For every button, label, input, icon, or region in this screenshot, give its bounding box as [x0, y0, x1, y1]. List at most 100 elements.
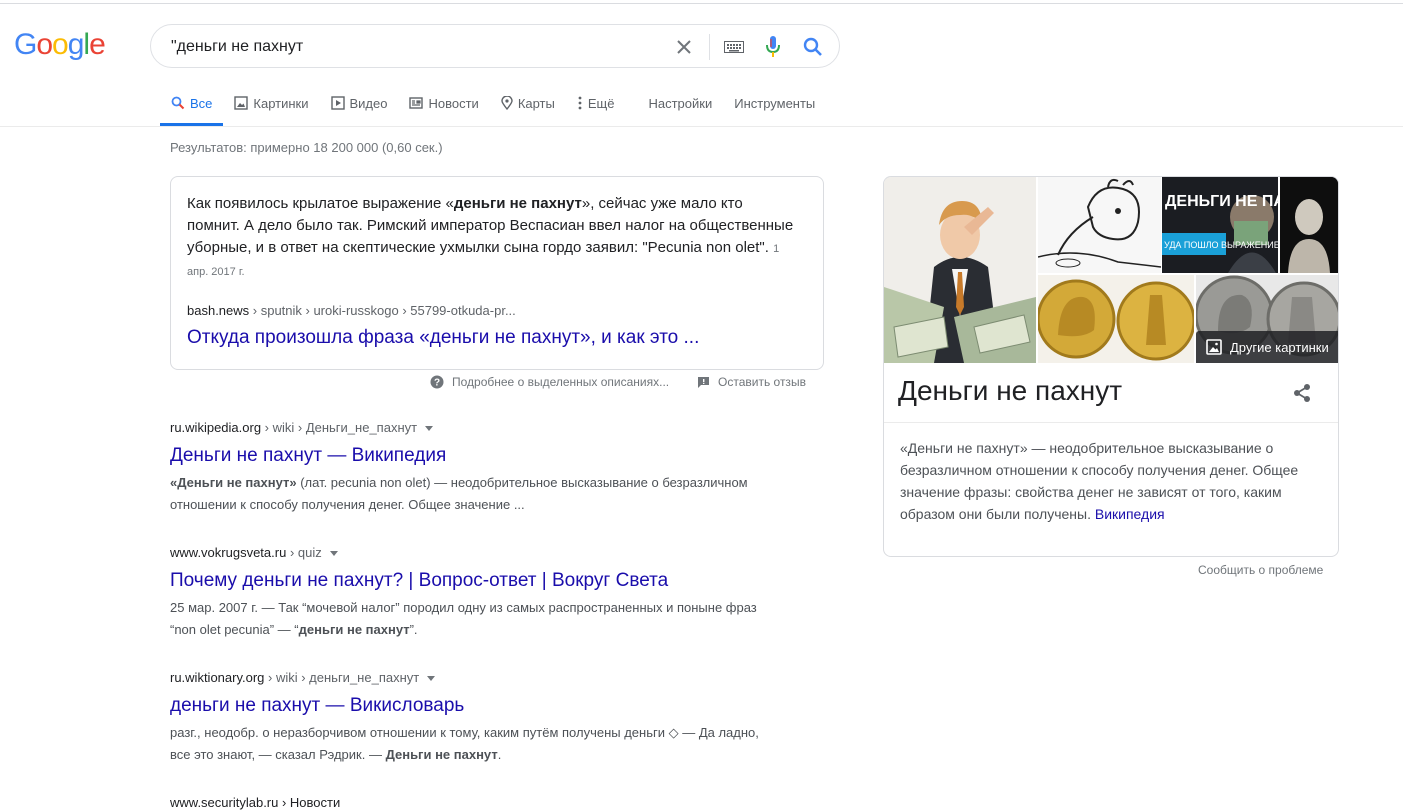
microphone-icon[interactable]	[761, 35, 785, 59]
snippet-path: › sputnik › uroki-russkogo › 55799-otkud…	[249, 303, 516, 318]
tab-label: Настройки	[648, 95, 713, 111]
clear-icon[interactable]	[672, 35, 696, 59]
google-logo[interactable]: Google	[14, 28, 106, 62]
menu-caret-icon[interactable]	[425, 426, 434, 432]
svg-text:УДА ПОШЛО ВЫРАЖЕНИЕ?: УДА ПОШЛО ВЫРАЖЕНИЕ?	[1164, 240, 1278, 250]
more-vert-icon	[578, 96, 582, 110]
featured-snippets-info[interactable]: ? Подробнее о выделенных описаниях...	[430, 375, 669, 389]
result-path: › wiki › Деньги_не_пахнут	[261, 420, 418, 435]
wikipedia-link[interactable]: Википедия	[1095, 506, 1165, 522]
search-box[interactable]	[150, 24, 840, 68]
result-snippet-bold: «Деньги не пахнут»	[170, 475, 297, 490]
share-icon[interactable]	[1292, 383, 1312, 408]
search-icon	[171, 96, 185, 110]
search-tabs: Все Картинки Видео Новости Карты Ещё Нас…	[160, 88, 826, 126]
feedback-about: Подробнее о выделенных описаниях...	[452, 375, 670, 389]
tab-label: Видео	[349, 95, 388, 111]
tabs-divider	[0, 126, 1403, 127]
map-pin-icon	[501, 96, 513, 110]
result-domain: www.vokrugsveta.ru	[170, 545, 287, 560]
svg-text:?: ?	[434, 378, 440, 389]
image-thumbnail-bust[interactable]	[1280, 177, 1338, 273]
result-domain: ru.wikipedia.org	[170, 420, 262, 435]
menu-caret-icon[interactable]	[329, 551, 338, 557]
result-url-cutoff[interactable]: www.securitylab.ru › Новости	[170, 795, 340, 810]
search-result: ru.wiktionary.org › wiki › деньги_не_пах…	[170, 670, 790, 766]
feedback-leave: Оставить отзыв	[718, 375, 806, 389]
tab-label: Новости	[428, 95, 479, 111]
result-snippet: «Деньги не пахнут» (лат. pecunia non ole…	[170, 472, 770, 516]
snippet-title-link[interactable]: Откуда произошла фраза «деньги не пахнут…	[187, 327, 699, 349]
featured-snippet: Как появилось крылатое выражение «деньги…	[170, 176, 824, 370]
tab-all[interactable]: Все	[160, 88, 224, 126]
svg-text:ДЕНЬГИ НЕ ПАХНУТ: ДЕНЬГИ НЕ ПАХНУТ	[1165, 193, 1278, 210]
search-result: ru.wikipedia.org › wiki › Деньги_не_пахн…	[170, 420, 790, 516]
help-icon: ?	[430, 375, 444, 389]
result-path: › quiz	[286, 545, 322, 560]
tab-images[interactable]: Картинки	[223, 88, 319, 118]
result-snippet-part: .	[497, 747, 502, 762]
result-snippet: разг., неодобр. о неразборчивом отношени…	[170, 722, 770, 766]
tab-video[interactable]: Видео	[320, 88, 399, 118]
result-url[interactable]: www.vokrugsveta.ru › quiz	[170, 545, 790, 563]
result-snippet: 25 мар. 2007 г. — Так “мочевой налог” по…	[170, 597, 770, 641]
snippet-bold: деньги не пахнут	[453, 195, 582, 212]
result-path: › wiki › деньги_не_пахнут	[264, 670, 420, 685]
knowledge-panel-divider	[884, 422, 1338, 423]
result-domain: ru.wiktionary.org	[170, 670, 265, 685]
logo-letter: e	[89, 28, 106, 61]
knowledge-panel: ДЕНЬГИ НЕ ПАХНУТ УДА ПОШЛО ВЫРАЖЕНИЕ?	[883, 176, 1339, 557]
leave-feedback-link[interactable]: Оставить отзыв	[697, 375, 806, 389]
result-url[interactable]: ru.wikipedia.org › wiki › Деньги_не_пахн…	[170, 420, 790, 438]
snippet-text: Как появилось крылатое выражение «деньги…	[187, 193, 797, 283]
search-input[interactable]	[171, 35, 661, 59]
image-thumbnail-gold-coins[interactable]	[1038, 275, 1194, 363]
result-snippet-part: ”.	[409, 622, 418, 637]
tab-settings[interactable]: Настройки	[637, 88, 723, 118]
image-thumbnail-caricature[interactable]	[1038, 177, 1161, 273]
feedback-icon	[698, 376, 709, 388]
result-url[interactable]: ru.wiktionary.org › wiki › деньги_не_пах…	[170, 670, 790, 688]
result-stats: Результатов: примерно 18 200 000 (0,60 с…	[170, 140, 443, 155]
news-icon	[409, 97, 424, 109]
search-result: www.vokrugsveta.ru › quiz Почему деньги …	[170, 545, 790, 641]
tab-label: Карты	[517, 95, 555, 111]
search-icon[interactable]	[801, 35, 825, 59]
thumbnail-caption: ДЕНЬГИ НЕ ПАХНУТ	[1165, 193, 1278, 210]
result-snippet-bold: Деньги не пахнут	[385, 747, 498, 762]
snippet-breadcrumb[interactable]: bash.news › sputnik › uroki-russkogo › 5…	[187, 303, 516, 318]
tab-more[interactable]: Ещё	[566, 88, 626, 118]
video-icon	[330, 96, 345, 110]
result-title-link[interactable]: Деньги не пахнут — Википедия	[170, 444, 790, 468]
more-images-label: Другие картинки	[1230, 339, 1329, 355]
more-images-button[interactable]: Другие картинки	[1196, 331, 1338, 363]
logo-letter: o	[36, 28, 53, 61]
result-title-link[interactable]: Почему деньги не пахнут? | Вопрос-ответ …	[170, 569, 790, 593]
tab-maps[interactable]: Карты	[490, 88, 566, 118]
image-icon	[234, 96, 249, 110]
top-border	[0, 3, 1403, 4]
image-thumbnail-man-holding-nose[interactable]	[884, 177, 1036, 363]
image-thumbnail-video-cover[interactable]: ДЕНЬГИ НЕ ПАХНУТ УДА ПОШЛО ВЫРАЖЕНИЕ?	[1162, 177, 1278, 273]
tab-news[interactable]: Новости	[398, 88, 489, 118]
logo-letter: g	[67, 28, 85, 61]
image-icon	[1206, 339, 1222, 355]
snippet-text-part: Как появилось крылатое выражение «	[187, 195, 454, 212]
tab-tools[interactable]: Инструменты	[723, 88, 826, 118]
knowledge-panel-title: Деньги не пахнут	[898, 375, 1123, 406]
search-divider	[709, 34, 710, 60]
menu-caret-icon[interactable]	[427, 676, 436, 682]
tab-label: Все	[190, 95, 213, 111]
result-snippet-bold: деньги не пахнут	[298, 622, 410, 637]
tab-label: Ещё	[587, 95, 615, 111]
tab-label: Инструменты	[734, 95, 816, 111]
logo-letter: G	[14, 28, 37, 61]
result-title-link[interactable]: деньги не пахнут — Викисловарь	[170, 694, 790, 718]
tab-label: Картинки	[253, 95, 309, 111]
result-snippet-part: 25 мар. 2007 г. — Так “мочевой налог” по…	[170, 600, 757, 637]
knowledge-panel-description: «Деньги не пахнут» — неодобрительное выс…	[900, 437, 1320, 525]
report-problem-link[interactable]: Сообщить о проблеме	[1198, 563, 1323, 577]
keyboard-icon[interactable]	[722, 35, 746, 59]
logo-letter: o	[52, 28, 69, 61]
thumbnail-subcaption: УДА ПОШЛО ВЫРАЖЕНИЕ?	[1164, 240, 1278, 250]
